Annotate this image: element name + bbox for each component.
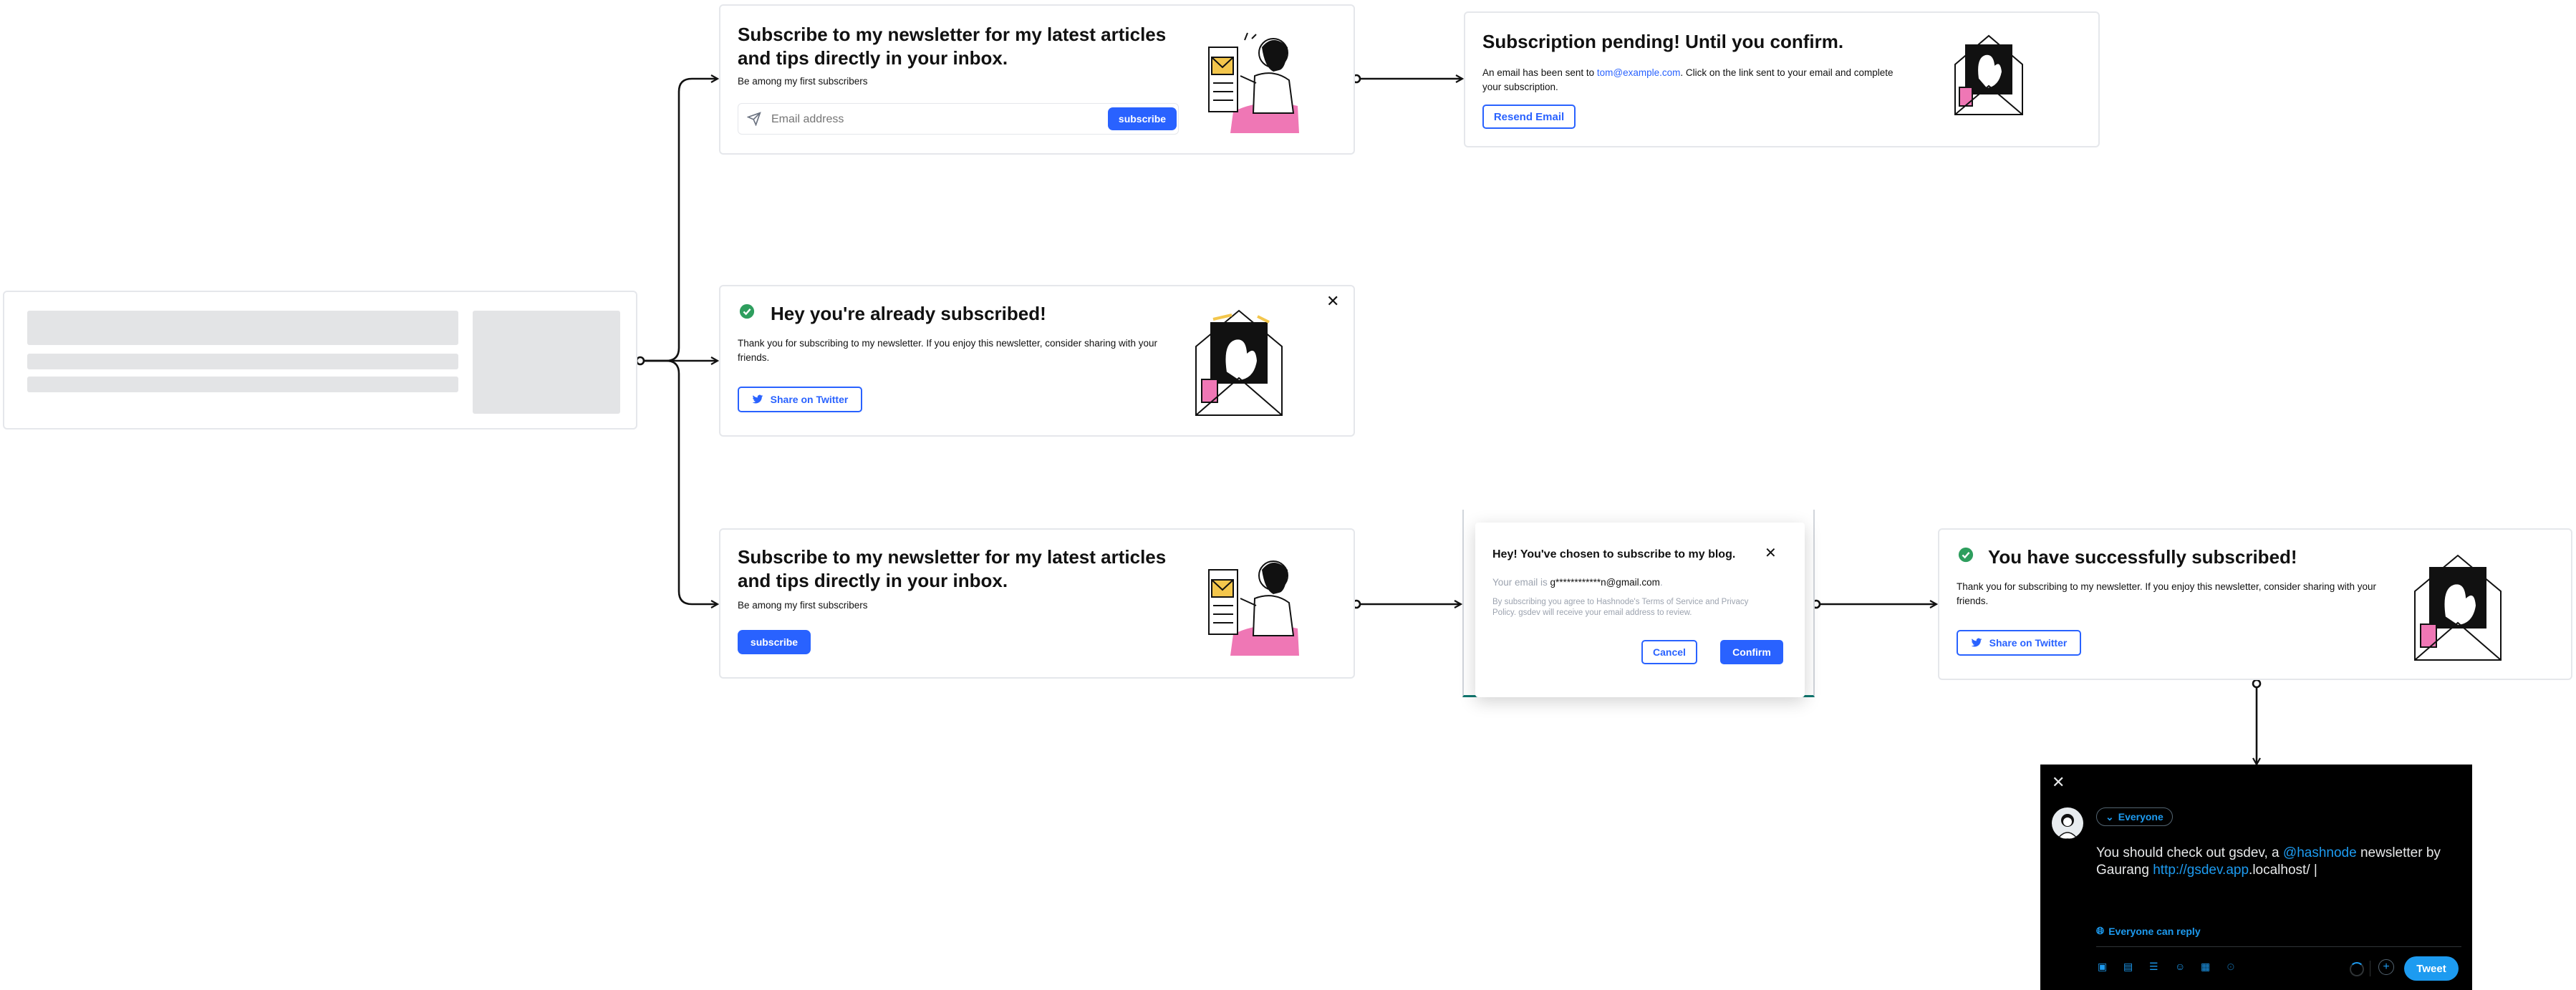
tweet-text-part: You should check out gsdev, a: [2096, 845, 2283, 860]
confirm-modal: Hey! You've chosen to subscribe to my bl…: [1475, 523, 1805, 697]
modal-email-end: .: [1659, 577, 1663, 588]
confirm-button[interactable]: Confirm: [1720, 640, 1783, 664]
newsletter-illustration: [1208, 32, 1299, 133]
image-icon[interactable]: ▣: [2098, 961, 2107, 973]
pending-message: An email has been sent to tom@example.co…: [1482, 66, 1898, 94]
tweet-composer: ✕ ⌄ Everyone You should check out gsdev,…: [2040, 765, 2472, 990]
modal-legal-text: By subscribing you agree to Hashnode's T…: [1492, 598, 1749, 617]
subscribe-button[interactable]: subscribe: [1108, 107, 1177, 130]
modal-email-text: Your email is g************n@gmail.com.: [1492, 577, 1663, 588]
card-subtitle: Be among my first subscribers: [738, 600, 868, 611]
tweet-text[interactable]: You should check out gsdev, a @hashnode …: [2096, 845, 2454, 879]
connector-to-subscribe-2: [640, 359, 718, 604]
subscribe-card-2: Subscribe to my newsletter for my latest…: [719, 528, 1355, 679]
audience-selector[interactable]: ⌄ Everyone: [2096, 807, 2173, 826]
email-field[interactable]: subscribe: [738, 103, 1179, 135]
reply-setting[interactable]: 🌐︎ Everyone can reply: [2096, 925, 2201, 937]
plus-icon[interactable]: +: [2378, 959, 2394, 975]
chevron-down-icon: ⌄: [2105, 810, 2114, 822]
avatar: [2052, 807, 2083, 839]
card-title: Hey you're already subscribed!: [771, 303, 1046, 324]
globe-icon: 🌐︎: [2096, 925, 2105, 936]
pending-text-before: An email has been sent to: [1482, 67, 1597, 78]
text-cursor: |: [2310, 863, 2317, 878]
email-input[interactable]: [770, 110, 1081, 130]
resend-email-button[interactable]: Resend Email: [1482, 105, 1576, 129]
envelope-illustration: [2414, 554, 2502, 661]
divider: [2096, 946, 2461, 947]
card-subtitle: Be among my first subscribers: [738, 76, 868, 87]
tweet-button[interactable]: Tweet: [2404, 956, 2459, 981]
skeleton-line: [27, 354, 458, 369]
card-title: Subscribe to my newsletter for my latest…: [738, 24, 1167, 69]
card-text: Thank you for subscribing to my newslett…: [1957, 581, 2377, 606]
newsletter-illustration: [1208, 560, 1299, 656]
card-text: Thank you for subscribing to my newslett…: [738, 338, 1158, 363]
emoji-icon[interactable]: ☺: [2175, 961, 2185, 972]
card-title: Subscribe to my newsletter for my latest…: [738, 546, 1167, 591]
poll-icon[interactable]: ☰: [2149, 961, 2158, 973]
close-icon[interactable]: ✕: [1326, 292, 1339, 311]
twitter-icon: [1971, 638, 1982, 648]
tweet-mention: @hashnode: [2282, 845, 2357, 860]
pending-card: Subscription pending! Until you confirm.…: [1464, 11, 2100, 147]
audience-label: Everyone: [2118, 811, 2163, 822]
envelope-illustration: [1195, 309, 1283, 416]
connector-to-subscribe: [640, 79, 718, 362]
modal-title: Hey! You've chosen to subscribe to my bl…: [1492, 548, 1736, 560]
check-circle-icon: [1958, 547, 1974, 566]
check-circle-icon: [739, 304, 755, 323]
share-on-twitter-label: Share on Twitter: [770, 394, 849, 405]
location-icon[interactable]: ⊙: [2227, 961, 2235, 973]
modal-email-label: Your email is: [1492, 577, 1550, 588]
success-card: You have successfully subscribed! Thank …: [1938, 528, 2572, 680]
tweet-link: http://gsdev.app: [2153, 863, 2249, 878]
paper-plane-icon: [746, 112, 761, 130]
subscribe-card: Subscribe to my newsletter for my latest…: [719, 4, 1355, 155]
envelope-illustration: [1954, 34, 2023, 115]
modal-email: g************n@gmail.com: [1550, 577, 1660, 588]
close-icon[interactable]: ✕: [1765, 544, 1777, 562]
progress-ring: [2350, 962, 2364, 976]
cancel-button[interactable]: Cancel: [1641, 640, 1697, 664]
skeleton-title: [27, 311, 458, 345]
share-on-twitter-label: Share on Twitter: [1989, 637, 2068, 649]
already-subscribed-card: Hey you're already subscribed! ✕ Thank y…: [719, 285, 1355, 437]
share-on-twitter-button[interactable]: Share on Twitter: [1957, 630, 2081, 656]
tweet-text-part: .localhost/: [2249, 863, 2310, 878]
gif-icon[interactable]: ▤: [2123, 961, 2133, 973]
skeleton-image: [473, 311, 620, 414]
card-title: Subscription pending! Until you confirm.: [1482, 31, 1844, 52]
skeleton-card: [3, 291, 637, 430]
schedule-icon[interactable]: ▦: [2201, 961, 2210, 973]
subscribe-button[interactable]: subscribe: [738, 630, 811, 654]
close-icon[interactable]: ✕: [2052, 773, 2065, 792]
skeleton-line: [27, 377, 458, 392]
pending-email-link[interactable]: tom@example.com: [1597, 67, 1681, 78]
twitter-icon: [752, 394, 763, 404]
reply-setting-label: Everyone can reply: [2108, 925, 2201, 937]
card-title: You have successfully subscribed!: [1988, 546, 2297, 568]
share-on-twitter-button[interactable]: Share on Twitter: [738, 387, 862, 412]
